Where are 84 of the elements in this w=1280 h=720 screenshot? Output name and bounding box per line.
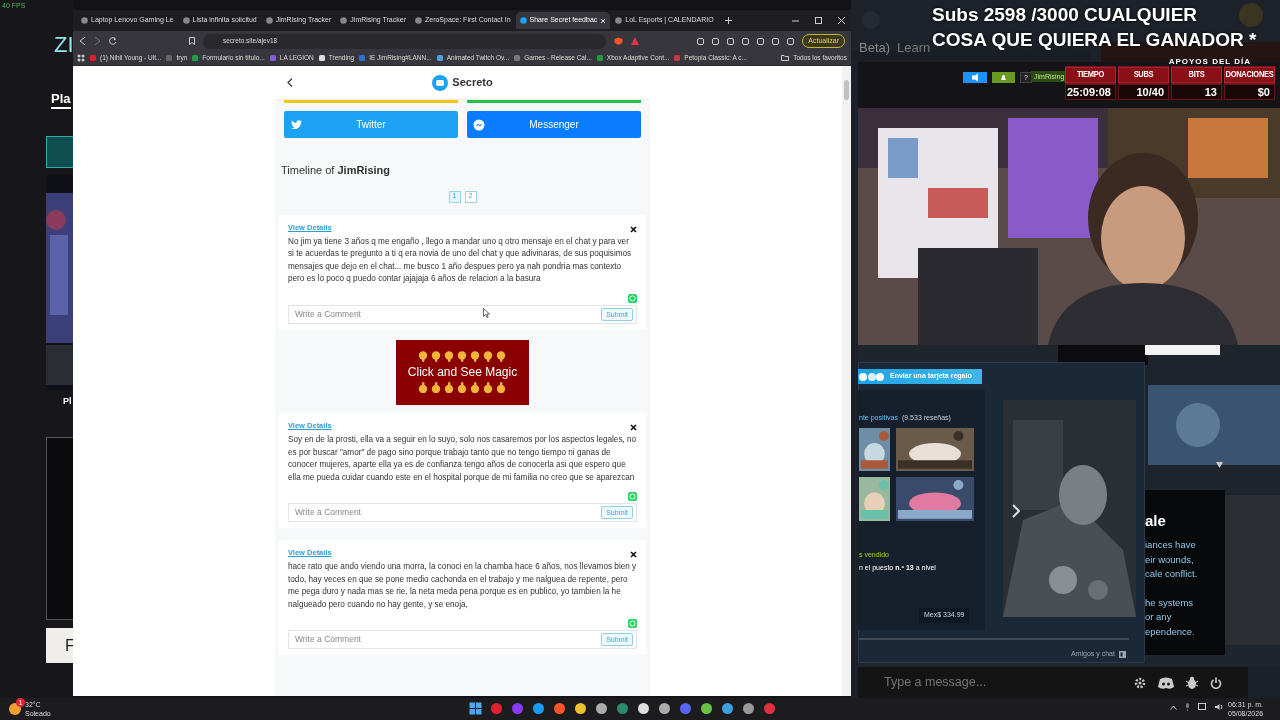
close-icon[interactable]: [630, 225, 637, 233]
megaphone-icon[interactable]: [963, 72, 987, 83]
site-icon: [90, 55, 96, 61]
power-icon[interactable]: [1210, 676, 1222, 689]
site-icon: [81, 17, 88, 24]
site-icon: [318, 55, 325, 61]
site-icon: [265, 17, 273, 24]
app-icon[interactable]: [532, 702, 545, 715]
app-logo: ZI: [54, 32, 73, 58]
back-icon[interactable]: [287, 78, 293, 87]
site-icon: [596, 55, 603, 61]
forward-icon[interactable]: [94, 37, 101, 45]
app-icon[interactable]: [637, 702, 650, 715]
stat-label: SUBS: [1118, 66, 1169, 84]
comment-field[interactable]: Write a Comment: [295, 307, 602, 321]
app-icon[interactable]: [595, 702, 608, 715]
app-icon[interactable]: [742, 702, 755, 715]
share-button[interactable]: Messenger: [467, 111, 641, 138]
site-icon: [359, 55, 366, 61]
card-title: Pl: [63, 395, 72, 408]
stat-label: TIEMPO: [1065, 66, 1116, 84]
apps-icon[interactable]: [77, 54, 85, 62]
stat-value: 13: [1171, 84, 1222, 100]
settings-icon[interactable]: [1134, 676, 1146, 689]
new-tab-icon[interactable]: [724, 17, 732, 24]
site-icon: [166, 55, 173, 61]
post-message: hace rato que ando viendo una morra, la conoci en la chamba hace 6 años, nos llevamos bien y todo, hay veces en que se pone medio cachonda en el trabajo y me nalguea de repente, pero me pega duro y nada mas se rie, la neta meda pena porque es en publico, yo tambien la he nalgueado pero cuando no hay gente, y se enoja,: [288, 561, 637, 611]
bell-icon[interactable]: [992, 72, 1015, 83]
app-icon[interactable]: [574, 702, 587, 715]
stat-value: $0: [1224, 84, 1275, 100]
comment-field[interactable]: Write a Comment: [295, 633, 602, 647]
site-icon: [519, 17, 527, 24]
reload-icon[interactable]: [109, 37, 117, 45]
goal-text: COSA QUE QUIERA EL GANADOR *: [932, 28, 1257, 52]
speaker-icon[interactable]: [1215, 703, 1224, 711]
chat-bubble-icon: [432, 74, 449, 91]
learn-link[interactable]: Learn: [897, 38, 931, 58]
close-icon[interactable]: [630, 551, 637, 558]
timeline-title: Timeline of JimRising: [281, 163, 392, 178]
bug-icon[interactable]: [1186, 676, 1198, 689]
controller-face-icon[interactable]: [1158, 676, 1174, 689]
triangle-icon[interactable]: [631, 37, 640, 45]
chevron-up-icon[interactable]: [1170, 704, 1177, 710]
cursor-icon: [483, 308, 490, 318]
close-icon[interactable]: [630, 423, 637, 431]
comment-field[interactable]: Write a Comment: [295, 506, 602, 519]
site-icon: [674, 55, 681, 61]
stats-title: APOYOS DEL DÍA: [1168, 56, 1251, 68]
folder-icon: [781, 55, 790, 61]
monitor-icon[interactable]: [1198, 703, 1207, 711]
microphone-icon[interactable]: [1185, 703, 1190, 711]
nav-link[interactable]: Pla: [51, 91, 71, 109]
site-icon: [192, 55, 199, 61]
post-message: Soy en de la prosti, ella va a seguir en lo suyo, solo nos casaremos por los aspectos legales, no es por buscar "amor" de pago sino porque trabajo tanto que no tengo tiempo ni ganas de conocer mujeres, aparte ella ya es de confianza tengo años de conocerla asi que espero que ella me pueda cuidar cuando este en el hospital porque de mi familia no creo que se aparezcan: [288, 434, 637, 484]
message-field[interactable]: Type a message...: [882, 672, 1122, 693]
beta-label: Beta): [859, 39, 891, 57]
site-icon: [182, 17, 190, 24]
site-icon: [514, 55, 521, 61]
bookmark-icon[interactable]: [189, 37, 195, 45]
page-title: Secreto: [452, 75, 493, 91]
messenger-icon: [473, 118, 485, 131]
app-icon[interactable]: [658, 702, 671, 715]
start-icon[interactable]: [469, 702, 482, 715]
goal-text: Subs 2598 /3000 CUALQUIER: [932, 3, 1199, 27]
shield-icon[interactable]: [614, 37, 624, 45]
chat-input[interactable]: Type a message...: [858, 667, 1248, 698]
app-icon[interactable]: [553, 702, 566, 715]
ad-banner[interactable]: Click and See Magic: [396, 339, 529, 405]
maximize-icon[interactable]: [815, 17, 822, 24]
stat-label: DONACIONES: [1224, 66, 1275, 84]
site-icon: [269, 55, 276, 61]
stat-label: BITS: [1171, 66, 1222, 84]
site-icon: [414, 17, 422, 24]
site-icon: [340, 17, 348, 24]
minimize-icon[interactable]: [792, 17, 799, 24]
site-icon: [436, 55, 443, 61]
stat-value: 10/40: [1118, 84, 1169, 100]
bird-icon: [291, 120, 302, 129]
scrollbar-thumb[interactable]: [844, 80, 849, 100]
stat-value: 25:09:08: [1065, 84, 1116, 100]
app-icon[interactable]: [721, 702, 734, 715]
post-message: No jim ya tiene 3 años q me engaño , llego a mandar uno q otro mensaje en el chat y para ver si te acuerdas te pregunto a ti q era novia de uno del chat y que adivinaras, de sus poquisimos mensajes que dejo en el chat... me busco 1 año despues pero ya nah pondria mas contexto pero es lo poco q puedo contar jajajaja 6 años de relacion a la basura: [288, 235, 633, 286]
app-icon[interactable]: [700, 702, 713, 715]
site-icon: [615, 17, 623, 24]
